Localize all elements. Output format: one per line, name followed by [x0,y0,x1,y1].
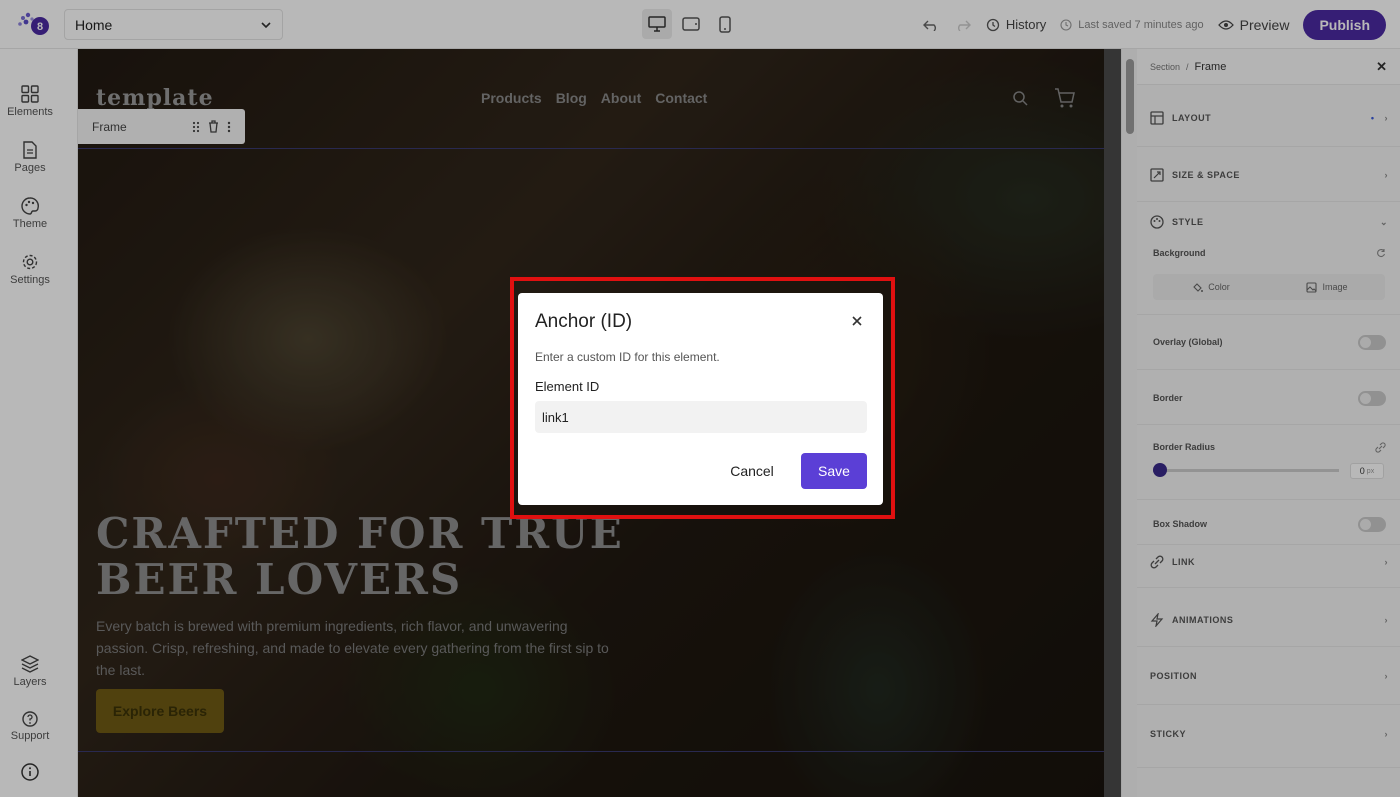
dialog-subtitle: Enter a custom ID for this element. [535,350,720,364]
element-id-label: Element ID [535,379,600,394]
cancel-button[interactable]: Cancel [714,453,790,489]
element-id-input[interactable] [535,401,867,433]
dialog-title: Anchor (ID) [535,311,633,332]
save-button[interactable]: Save [801,453,867,489]
close-icon[interactable] [851,315,863,327]
anchor-id-dialog: Anchor (ID) Enter a custom ID for this e… [518,293,883,505]
